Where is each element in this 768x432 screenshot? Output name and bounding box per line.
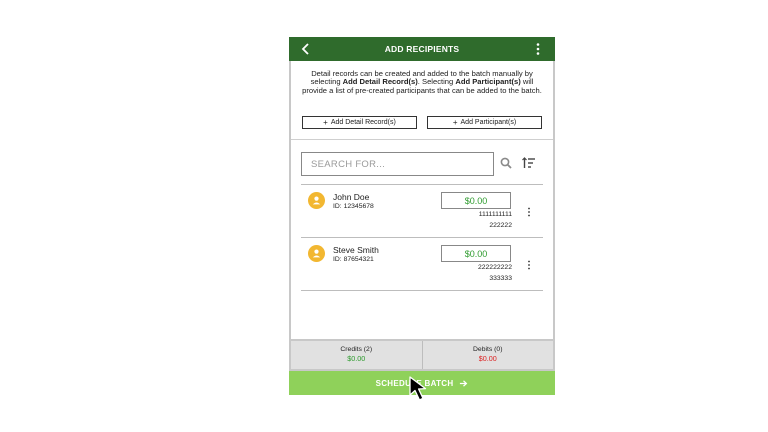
avatar: [308, 245, 325, 262]
more-vert-icon[interactable]: [531, 42, 545, 56]
section-divider: [291, 139, 553, 140]
credits-summary[interactable]: Credits (2) $0.00: [291, 341, 422, 369]
amount-input[interactable]: $0.00: [441, 192, 511, 209]
mobile-screen: ADD RECIPIENTS Detail records can be cre…: [289, 37, 555, 395]
search-input[interactable]: SEARCH FOR...: [301, 152, 494, 176]
recipient-id: ID: 12345678: [333, 203, 374, 210]
add-detail-record-label: Add Detail Record(s): [330, 119, 396, 126]
avatar: [308, 192, 325, 209]
recipient-id: ID: 87654321: [333, 256, 374, 263]
list-item[interactable]: Steve Smith ID: 87654321 $0.00 222222222…: [301, 238, 543, 290]
person-icon: [312, 196, 321, 205]
recipient-name: Steve Smith: [333, 245, 379, 255]
routing-number: 333333: [489, 275, 512, 282]
search-icon[interactable]: [500, 157, 512, 169]
mouse-pointer-icon: [409, 376, 427, 401]
totals-bar: Credits (2) $0.00 Debits (0) $0.00: [289, 339, 555, 371]
debits-summary[interactable]: Debits (0) $0.00: [421, 341, 554, 369]
back-arrow-icon[interactable]: [299, 42, 313, 56]
plus-icon: +: [323, 118, 328, 127]
sort-icon[interactable]: [522, 157, 536, 169]
kebab-icon[interactable]: [526, 207, 532, 217]
account-number: 1111111111: [478, 211, 512, 218]
list-divider: [301, 290, 543, 291]
recipient-name: John Doe: [333, 192, 370, 202]
debits-value: $0.00: [478, 354, 497, 363]
kebab-icon[interactable]: [526, 260, 532, 270]
add-detail-record-button[interactable]: + Add Detail Record(s): [302, 116, 417, 129]
instructions-text: Detail records can be created and added …: [302, 69, 542, 95]
amount-input[interactable]: $0.00: [441, 245, 511, 262]
add-participant-label: Add Participant(s): [460, 119, 517, 126]
person-icon: [312, 249, 321, 258]
arrow-right-icon: [460, 379, 468, 387]
search-placeholder: SEARCH FOR...: [311, 158, 386, 170]
list-item[interactable]: John Doe ID: 12345678 $0.00 1111111111 2…: [301, 185, 543, 237]
add-participant-button[interactable]: + Add Participant(s): [427, 116, 542, 129]
routing-number: 222222: [489, 222, 512, 229]
plus-icon: +: [452, 118, 458, 127]
account-number: 222222222: [477, 264, 512, 271]
page-title: ADD RECIPIENTS: [384, 44, 460, 54]
app-header: ADD RECIPIENTS: [289, 37, 555, 61]
credits-value: $0.00: [347, 354, 366, 363]
